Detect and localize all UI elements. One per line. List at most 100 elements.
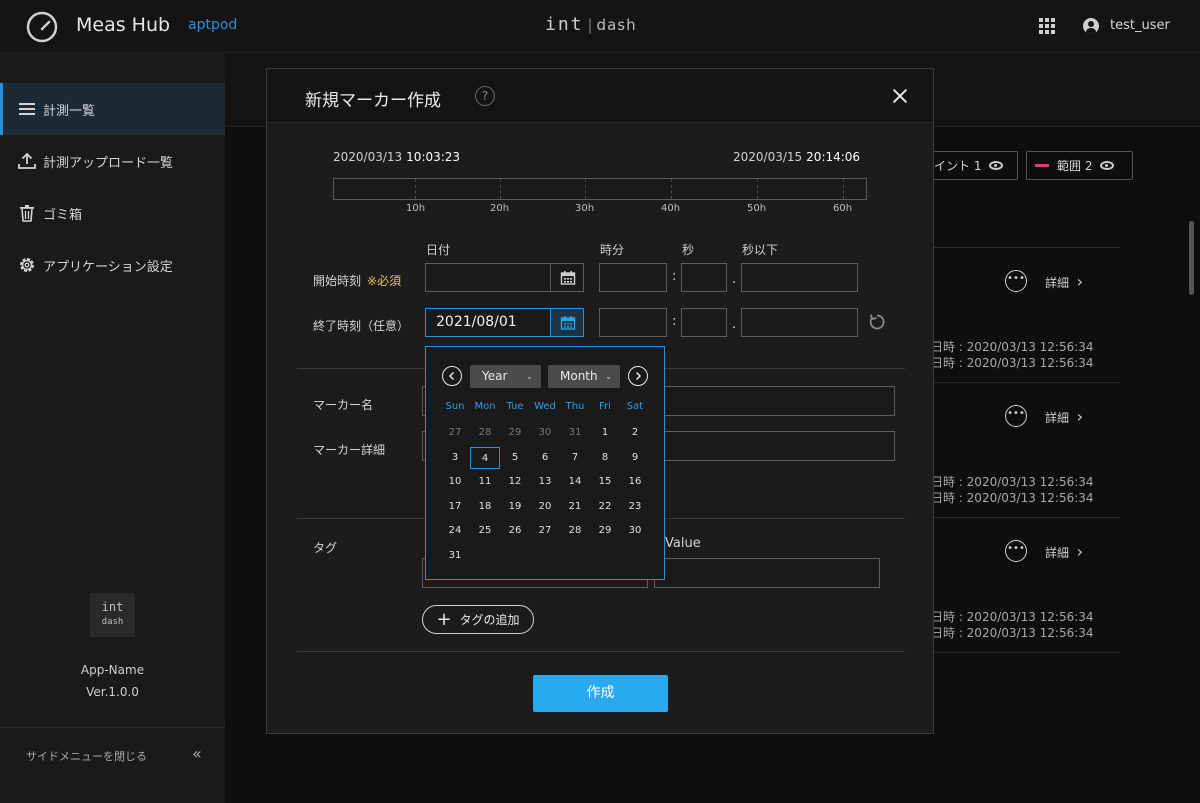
weekday-label: Sat	[626, 401, 644, 412]
calendar-day[interactable]: 8	[590, 447, 620, 469]
detail-link[interactable]: 詳細 ›	[1045, 542, 1083, 561]
calendar-day[interactable]: 4	[470, 446, 500, 469]
calendar-day[interactable]: 23	[620, 496, 650, 518]
weekday-label: Tue	[506, 401, 524, 412]
end-calendar-button[interactable]	[550, 308, 584, 337]
brand-sub: dash	[596, 16, 637, 34]
user-name[interactable]: test_user	[1110, 18, 1170, 33]
calendar-day[interactable]: 25	[470, 520, 500, 542]
month-select[interactable]: Month ⌄	[548, 365, 620, 388]
start-time-label: 開始時刻 ※必須	[313, 274, 402, 288]
calendar-day[interactable]: 20	[530, 496, 560, 518]
next-month-button[interactable]	[628, 366, 648, 386]
start-calendar-button[interactable]	[550, 263, 584, 292]
calendar-day[interactable]: 2	[620, 422, 650, 444]
start-date-input[interactable]	[425, 263, 552, 292]
intdash-logo: int dash	[90, 593, 135, 637]
calendar-day[interactable]: 5	[500, 447, 530, 469]
timeline-start: 2020/03/13 10:03:23	[333, 150, 460, 164]
calendar-day[interactable]: 29	[500, 422, 530, 444]
sidebar: 計測一覧 計測アップロード一覧 ゴミ箱 アプリケーション設定 int dash …	[0, 53, 225, 803]
timeline-end-date: 2020/03/15	[733, 150, 803, 164]
sidebar-item-trash[interactable]: ゴミ箱	[0, 187, 225, 239]
calendar-day[interactable]: 27	[440, 422, 470, 444]
calendar-day[interactable]: 26	[500, 520, 530, 542]
start-sec-input[interactable]	[681, 263, 727, 292]
detail-link[interactable]: 詳細 ›	[1045, 407, 1083, 426]
calendar-day[interactable]: 28	[560, 520, 590, 542]
calendar-day[interactable]: 30	[620, 520, 650, 542]
add-tag-button[interactable]: + タグの追加	[422, 605, 534, 634]
calendar-day[interactable]: 14	[560, 471, 590, 493]
weekday-label: Mon	[474, 401, 496, 412]
calendar-day[interactable]: 31	[560, 422, 590, 444]
calendar-day[interactable]: 1	[590, 422, 620, 444]
calendar-day[interactable]: 21	[560, 496, 590, 518]
start-subsec-input[interactable]	[741, 263, 858, 292]
dialog-header: 新規マーカー作成 ?	[267, 69, 933, 123]
sidebar-item-app-settings[interactable]: アプリケーション設定	[0, 239, 225, 291]
calendar-day[interactable]: 15	[590, 471, 620, 493]
end-date-input[interactable]: 2021/08/01	[425, 308, 552, 337]
app-title[interactable]: Meas Hub	[76, 14, 170, 36]
scrollbar[interactable]	[1189, 221, 1194, 295]
calendar-day[interactable]: 16	[620, 471, 650, 493]
calendar-day[interactable]: 10	[440, 471, 470, 493]
point-toggle[interactable]: イント 1	[925, 151, 1018, 180]
time-dot: .	[732, 272, 737, 287]
calendar-day[interactable]: 30	[530, 422, 560, 444]
end-hour-min-input[interactable]	[599, 308, 667, 337]
calendar-day[interactable]: 13	[530, 471, 560, 493]
grid-apps-icon[interactable]	[1039, 18, 1055, 34]
calendar-day[interactable]: 6	[530, 447, 560, 469]
row-divider	[930, 652, 1120, 653]
more-options-icon[interactable]: •••	[1005, 405, 1027, 427]
calendar-day[interactable]: 17	[440, 496, 470, 518]
calendar-day[interactable]: 7	[560, 447, 590, 469]
calendar-day[interactable]: 27	[530, 520, 560, 542]
sidebar-item-measurements[interactable]: 計測一覧	[0, 83, 225, 135]
timeline-start-date: 2020/03/13	[333, 150, 403, 164]
column-date: 日付	[426, 243, 451, 257]
calendar-day[interactable]: 28	[470, 422, 500, 444]
calendar-day[interactable]: 12	[500, 471, 530, 493]
point-toggle-label: イント 1	[934, 159, 982, 173]
close-side-menu-button[interactable]: サイドメニューを閉じる «	[0, 727, 225, 803]
time-dot: .	[732, 317, 737, 332]
timeline-tick	[843, 179, 844, 199]
start-hour-min-input[interactable]	[599, 263, 667, 292]
org-name: aptpod	[188, 17, 238, 33]
close-icon[interactable]	[889, 85, 911, 107]
calendar-day[interactable]: 22	[590, 496, 620, 518]
row-divider	[930, 517, 1120, 518]
tag-value-label: Value	[665, 536, 701, 551]
logo-main: int	[101, 600, 124, 614]
tag-value-input[interactable]	[654, 558, 880, 588]
year-select[interactable]: Year ⌄	[470, 365, 541, 388]
end-sec-input[interactable]	[681, 308, 727, 337]
end-subsec-input[interactable]	[741, 308, 858, 337]
calendar-day[interactable]: 11	[470, 471, 500, 493]
date-picker-popup: Year ⌄ Month ⌄ Sun Mon Tue Wed Thu Fri Sat 27 2…	[425, 346, 665, 580]
help-icon[interactable]: ?	[475, 86, 495, 106]
calendar-day[interactable]: 29	[590, 520, 620, 542]
create-button[interactable]: 作成	[533, 675, 668, 712]
calendar-day[interactable]: 18	[470, 496, 500, 518]
row-date: 日時 : 2020/03/13 12:56:34	[931, 610, 1094, 624]
more-options-icon[interactable]: •••	[1005, 540, 1027, 562]
calendar-day[interactable]: 3	[440, 447, 470, 469]
sidebar-item-uploads[interactable]: 計測アップロード一覧	[0, 135, 225, 187]
calendar-day[interactable]: 31	[440, 545, 470, 567]
range-toggle[interactable]: 範囲 2	[1026, 151, 1133, 180]
calendar-day[interactable]: 19	[500, 496, 530, 518]
detail-link[interactable]: 詳細 ›	[1045, 272, 1083, 291]
user-circle-icon[interactable]	[1083, 18, 1099, 34]
prev-month-button[interactable]	[442, 366, 462, 386]
plus-icon: +	[436, 608, 452, 630]
calendar-day[interactable]: 24	[440, 520, 470, 542]
calendar-day[interactable]: 9	[620, 447, 650, 469]
reset-icon[interactable]	[867, 312, 887, 332]
year-select-label: Year	[482, 369, 508, 383]
more-options-icon[interactable]: •••	[1005, 270, 1027, 292]
timeline-bar[interactable]	[333, 178, 867, 200]
